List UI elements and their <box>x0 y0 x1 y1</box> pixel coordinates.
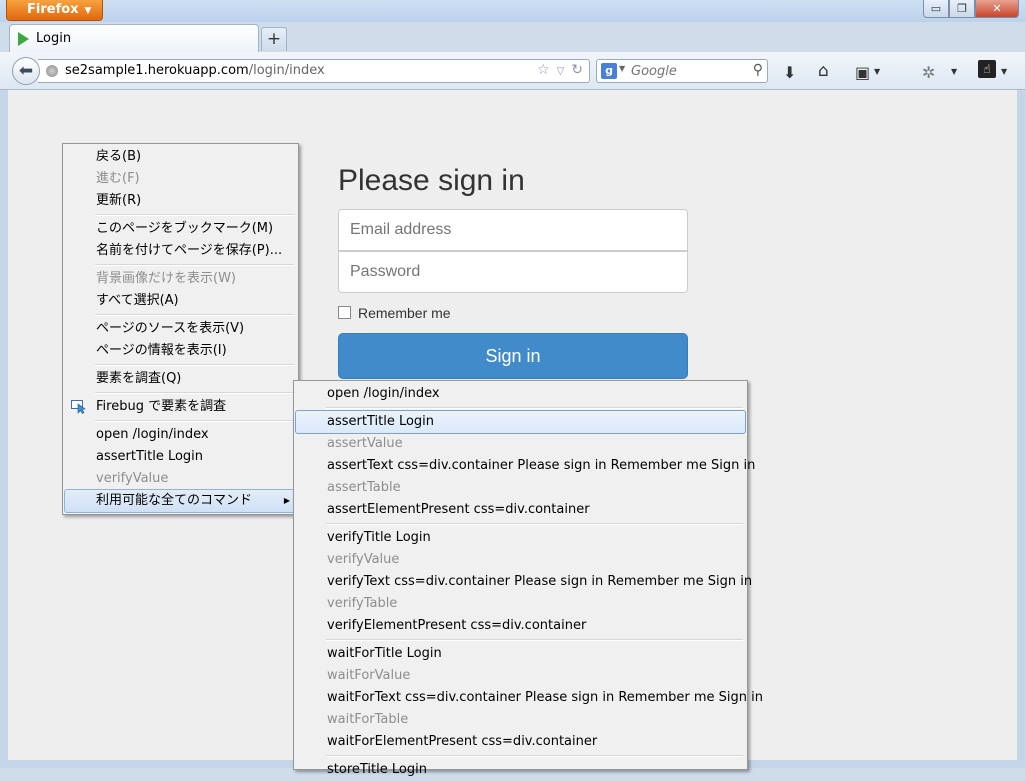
menu-item-reload[interactable]: 更新(R) <box>65 190 296 212</box>
menu-item-label: 利用可能な全てのコマンド <box>96 493 253 508</box>
menu-item-back[interactable]: 戻る(B) <box>65 146 296 168</box>
url-text: se2sample1.herokuapp.com/login/index <box>65 63 325 78</box>
menu-separator <box>95 314 294 316</box>
menu-item-firebug-inspect[interactable]: Firebug で要素を調査 <box>65 396 296 418</box>
remember-me-label: Remember me <box>358 305 451 321</box>
chevron-down-icon[interactable]: ▼ <box>874 67 880 76</box>
menu-item-selenium-open[interactable]: open /login/index <box>65 424 296 446</box>
bookmark-star-icon[interactable]: ☆ <box>537 62 550 82</box>
page-heading: Please sign in <box>338 164 525 197</box>
title-bar: Firefox ▼ ▭ ❐ ✕ <box>0 0 1025 22</box>
bookmarks-icon[interactable]: ▣ <box>855 63 870 82</box>
submenu-item[interactable]: waitForTitle Login <box>296 643 745 665</box>
sign-in-button[interactable]: Sign in <box>338 333 688 379</box>
menu-item-page-info[interactable]: ページの情報を表示(I) <box>65 340 296 362</box>
firefox-menu-button[interactable]: Firefox ▼ <box>6 0 103 21</box>
submenu-item[interactable]: waitForText css=div.container Please sig… <box>296 687 763 709</box>
submenu-item[interactable]: assertTable <box>296 477 745 499</box>
play-icon <box>18 32 29 46</box>
window-frame-right <box>1017 90 1025 768</box>
submenu-item[interactable]: assertElementPresent css=div.container <box>296 499 745 521</box>
submenu-item[interactable]: waitForValue <box>296 665 745 687</box>
remember-me-row[interactable]: Remember me <box>338 305 451 321</box>
menu-separator <box>95 392 294 394</box>
maximize-button[interactable]: ❐ <box>949 0 975 18</box>
back-arrow-icon: ⬅ <box>18 61 34 81</box>
close-button[interactable]: ✕ <box>975 0 1019 18</box>
search-icon[interactable]: ⚲ <box>753 62 763 78</box>
chevron-down-icon[interactable]: ▼ <box>1001 67 1007 76</box>
menu-separator <box>326 407 743 409</box>
new-tab-button[interactable]: + <box>261 27 287 51</box>
menu-item-forward[interactable]: 進む(F) <box>65 168 296 190</box>
chevron-down-icon[interactable]: ▼ <box>619 64 625 73</box>
submenu-item[interactable]: open /login/index <box>296 383 745 405</box>
menu-separator <box>326 639 743 641</box>
menu-separator <box>326 523 743 525</box>
menu-item-all-commands[interactable]: 利用可能な全てのコマンド ▶ <box>64 489 297 513</box>
url-host: se2sample1.herokuapp.com <box>65 63 249 78</box>
url-bar[interactable]: se2sample1.herokuapp.com/login/index ☆ ▽… <box>38 59 590 83</box>
menu-separator <box>95 264 294 266</box>
email-field[interactable] <box>338 209 688 251</box>
submenu-arrow-icon: ▶ <box>283 496 290 505</box>
menu-separator <box>326 755 743 757</box>
menu-separator <box>95 364 294 366</box>
google-icon[interactable]: g <box>601 63 617 79</box>
url-path: /login/index <box>248 63 325 78</box>
submenu-item[interactable]: waitForTable <box>296 709 745 731</box>
menu-item-select-all[interactable]: すべて選択(A) <box>65 290 296 312</box>
search-bar[interactable]: g ▼ ⚲ <box>596 59 768 83</box>
chevron-down-icon: ▼ <box>84 6 92 16</box>
submenu-item[interactable]: verifyTitle Login <box>296 527 745 549</box>
home-icon[interactable]: ⌂ <box>818 61 829 81</box>
tab-strip: Login + <box>0 22 1025 52</box>
menu-separator <box>95 420 294 422</box>
back-button[interactable]: ⬅ <box>12 57 40 85</box>
reload-icon[interactable]: ↻ <box>571 62 583 82</box>
submenu-item[interactable]: storeTitle Login <box>296 759 745 781</box>
menu-item-view-source[interactable]: ページのソースを表示(V) <box>65 318 296 340</box>
menu-item-bookmark-page[interactable]: このページをブックマーク(M) <box>65 218 296 240</box>
menu-separator <box>95 214 294 216</box>
firebug-inspect-icon <box>71 400 86 414</box>
menu-item-label: Firebug で要素を調査 <box>96 399 227 414</box>
submenu-item[interactable]: waitForElementPresent css=div.container <box>296 731 745 753</box>
tab-title: Login <box>36 31 72 46</box>
submenu-item[interactable]: assertValue <box>296 433 745 455</box>
search-input[interactable] <box>631 63 741 79</box>
submenu-item[interactable]: assertText css=div.container Please sign… <box>296 455 755 477</box>
tab-login[interactable]: Login <box>9 24 259 52</box>
all-commands-submenu: open /login/index assertTitle Login asse… <box>293 380 763 777</box>
downloads-icon[interactable]: ⬇ <box>783 63 796 82</box>
selenium-ide-icon[interactable]: ☝ <box>978 60 996 78</box>
navigation-toolbar: se2sample1.herokuapp.com/login/index ☆ ▽… <box>0 52 1025 90</box>
submenu-item[interactable]: verifyElementPresent css=div.container <box>296 615 745 637</box>
window-controls: ▭ ❐ ✕ <box>923 0 1019 18</box>
globe-icon <box>46 65 58 77</box>
password-field[interactable] <box>338 251 688 293</box>
menu-item-save-page[interactable]: 名前を付けてページを保存(P)... <box>65 240 296 262</box>
submenu-item-highlighted[interactable]: assertTitle Login <box>295 410 746 434</box>
firefox-menu-label: Firefox <box>27 2 79 17</box>
menu-item-inspect-element[interactable]: 要素を調査(Q) <box>65 368 296 390</box>
menu-item-selenium-assert-title[interactable]: assertTitle Login <box>65 446 296 468</box>
chevron-down-icon[interactable]: ▼ <box>951 67 957 76</box>
minimize-button[interactable]: ▭ <box>923 0 949 18</box>
menu-item-selenium-verify-value[interactable]: verifyValue <box>65 468 296 490</box>
submenu-item[interactable]: verifyValue <box>296 549 745 571</box>
remember-me-checkbox[interactable] <box>338 306 351 319</box>
history-dropdown-icon[interactable]: ▽ <box>557 62 565 82</box>
window-frame-left <box>0 90 8 768</box>
submenu-item[interactable]: verifyTable <box>296 593 745 615</box>
submenu-item[interactable]: verifyText css=div.container Please sign… <box>296 571 752 593</box>
menu-item-view-background[interactable]: 背景画像だけを表示(W) <box>65 268 296 290</box>
url-tools: ☆ ▽ ↻ <box>537 62 583 82</box>
context-menu: 戻る(B) 進む(F) 更新(R) このページをブックマーク(M) 名前を付けて… <box>62 143 299 515</box>
firebug-icon[interactable]: ✲ <box>922 63 935 82</box>
